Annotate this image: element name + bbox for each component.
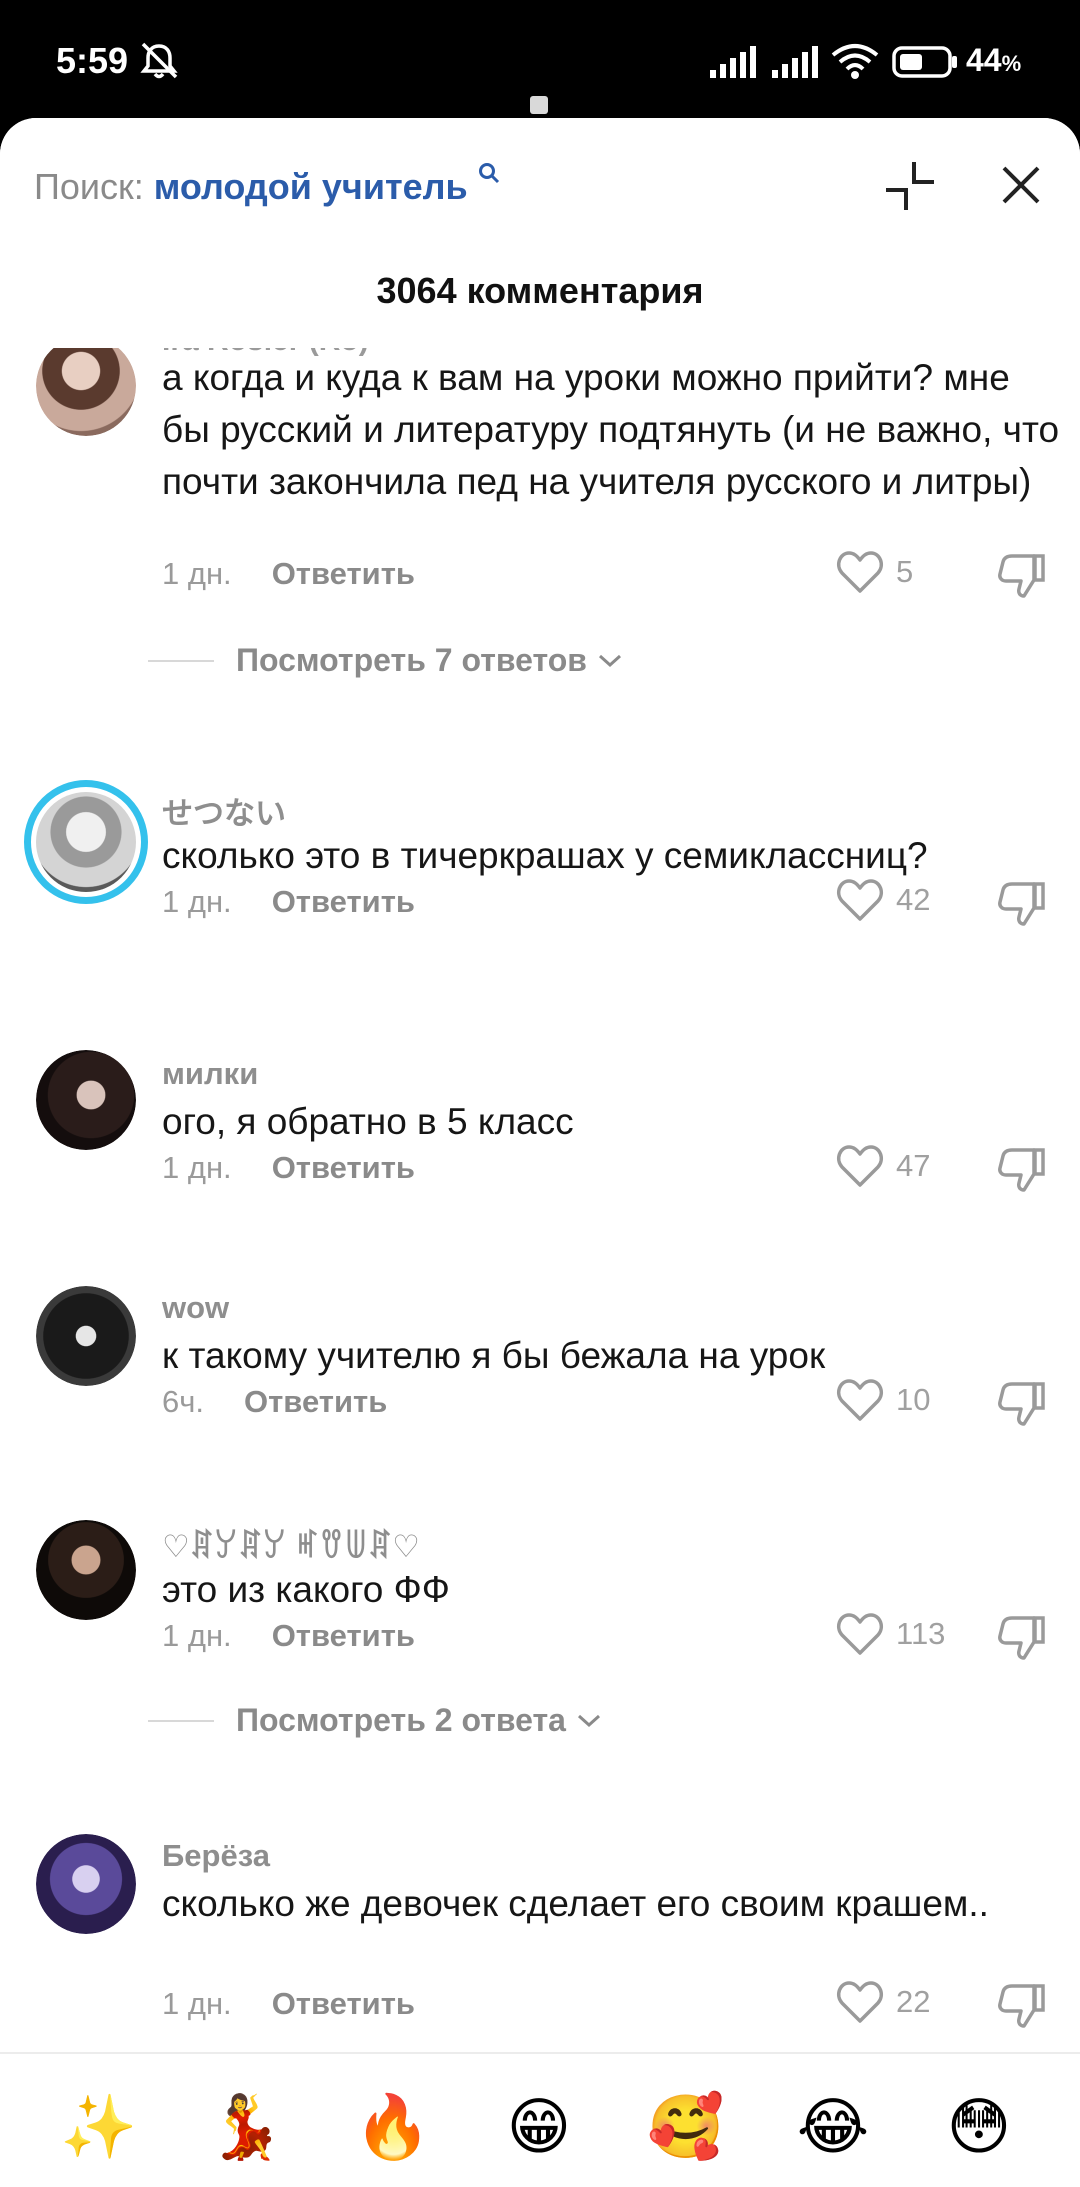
like-count: 22 — [896, 1984, 931, 2019]
comments-sheet: Поиск: молодой учитель 3064 комментария … — [0, 118, 1080, 2187]
notifications-muted-icon — [140, 42, 178, 79]
chevron-down-icon — [598, 654, 621, 667]
emoji-smiling-hearts-button[interactable]: 🥰 — [643, 2092, 729, 2162]
view-replies-label: Посмотреть 7 ответов — [236, 642, 587, 678]
search-label: Поиск: — [34, 166, 154, 207]
comment-meta: 1 дн. Ответить — [162, 556, 415, 592]
emoji-quick-bar: ✨ 💃 🔥 😁 🥰 😂 😳 — [0, 2052, 1080, 2187]
divider-line — [148, 1719, 214, 1722]
emoji-flushed-button[interactable]: 😳 — [936, 2092, 1022, 2162]
avatar[interactable] — [36, 1050, 136, 1150]
status-time: 5:59 — [56, 40, 129, 81]
heart-icon — [837, 1145, 883, 1187]
comment-text: сколько же девочек сделает его своим кра… — [162, 1883, 989, 1924]
comments-header: Поиск: молодой учитель 3064 комментария — [0, 118, 1080, 348]
comment-meta: 1 дн. Ответить — [162, 1150, 415, 1186]
comment-username[interactable]: せつない — [162, 788, 286, 833]
divider-line — [148, 659, 214, 662]
comment-meta: 6ч. Ответить — [162, 1384, 387, 1420]
dislike-icon[interactable] — [996, 1144, 1046, 1194]
search-query[interactable]: молодой учитель — [154, 166, 468, 207]
comment-text: ого, я обратно в 5 класс — [162, 1101, 574, 1142]
emoji-tears-of-joy-button[interactable]: 😂 — [790, 2092, 876, 2162]
battery-percent: 44% — [966, 42, 1022, 78]
avatar[interactable] — [36, 1834, 136, 1934]
signal-icon — [710, 46, 756, 78]
comment-meta: 1 дн. Ответить — [162, 884, 415, 920]
like-button[interactable]: 10 — [836, 1378, 930, 1422]
comment-time: 1 дн. — [162, 884, 232, 919]
search-icon[interactable] — [478, 162, 500, 184]
chevron-down-icon — [577, 1714, 600, 1727]
reply-button[interactable]: Ответить — [272, 1986, 415, 2021]
like-button[interactable]: 5 — [836, 550, 913, 594]
wifi-icon — [831, 44, 879, 79]
reply-button[interactable]: Ответить — [272, 1618, 415, 1653]
comment-text: это из какого ФФ — [162, 1569, 450, 1610]
notification-thumbnail — [530, 96, 548, 114]
emoji-dancer-button[interactable]: 💃 — [203, 2092, 289, 2162]
heart-icon — [837, 879, 883, 921]
comment-meta: 1 дн. Ответить — [162, 1618, 415, 1654]
like-button[interactable]: 113 — [836, 1612, 945, 1656]
collapse-icon[interactable] — [880, 156, 940, 216]
comment-username[interactable]: wow — [162, 1290, 229, 1326]
search-link[interactable]: Поиск: молодой учитель — [34, 166, 468, 208]
emoji-sparkles-button[interactable]: ✨ — [56, 2092, 142, 2162]
avatar-with-story[interactable] — [24, 780, 148, 904]
comment-time: 1 дн. — [162, 1618, 232, 1653]
comment-username[interactable]: милки — [162, 1056, 258, 1092]
comment-time: 1 дн. — [162, 1986, 232, 2021]
comment-meta: 1 дн. Ответить — [162, 1986, 415, 2022]
comment-username[interactable]: ♡ꁲꌦꁲꌦ ꎭꀎꅐꁲ♡ — [162, 1524, 420, 1565]
emoji-fire-button[interactable]: 🔥 — [350, 2092, 436, 2162]
like-count: 42 — [896, 882, 931, 917]
heart-icon — [837, 1613, 883, 1655]
comment-time: 1 дн. — [162, 1150, 232, 1185]
signal-icon — [772, 46, 818, 78]
comment-text: а когда и куда к вам на уроки можно прий… — [162, 357, 1060, 502]
view-replies-button[interactable]: Посмотреть 2 ответа — [148, 1702, 602, 1739]
view-replies-label: Посмотреть 2 ответа — [236, 1702, 566, 1738]
comments-title: 3064 комментария — [376, 270, 704, 311]
view-replies-button[interactable]: Посмотреть 7 ответов — [148, 642, 623, 679]
like-count: 10 — [896, 1382, 931, 1417]
comment-text: к такому учителю я бы бежала на урок — [162, 1335, 826, 1376]
like-count: 5 — [896, 554, 914, 589]
dislike-icon[interactable] — [996, 1378, 1046, 1428]
comments-list[interactable]: Ira Rosler (Ro) а когда и куда к вам на … — [0, 330, 1080, 2170]
dislike-icon[interactable] — [996, 1980, 1046, 2030]
reply-button[interactable]: Ответить — [272, 1150, 415, 1185]
reply-button[interactable]: Ответить — [272, 884, 415, 919]
avatar[interactable] — [36, 336, 136, 436]
dislike-icon[interactable] — [996, 550, 1046, 600]
heart-icon — [837, 1379, 883, 1421]
battery-icon — [892, 46, 957, 78]
reply-button[interactable]: Ответить — [244, 1384, 387, 1419]
avatar[interactable] — [36, 1520, 136, 1620]
like-button[interactable]: 47 — [836, 1144, 930, 1188]
heart-icon — [837, 551, 883, 593]
like-count: 47 — [896, 1148, 931, 1183]
like-count: 113 — [896, 1616, 946, 1651]
dislike-icon[interactable] — [996, 878, 1046, 928]
comment-text: сколько это в тичеркрашах у семиклассниц… — [162, 835, 928, 876]
reply-button[interactable]: Ответить — [272, 556, 415, 591]
comment-username[interactable]: Берёза — [162, 1838, 270, 1874]
emoji-grin-button[interactable]: 😁 — [496, 2092, 582, 2162]
comment-time: 6ч. — [162, 1384, 205, 1419]
avatar[interactable] — [36, 1286, 136, 1386]
close-icon[interactable] — [996, 160, 1046, 210]
heart-icon — [837, 1981, 883, 2023]
like-button[interactable]: 42 — [836, 878, 930, 922]
comment-time: 1 дн. — [162, 556, 232, 591]
like-button[interactable]: 22 — [836, 1980, 930, 2024]
status-bar: 5:59 44% — [0, 0, 1080, 118]
dislike-icon[interactable] — [996, 1612, 1046, 1662]
